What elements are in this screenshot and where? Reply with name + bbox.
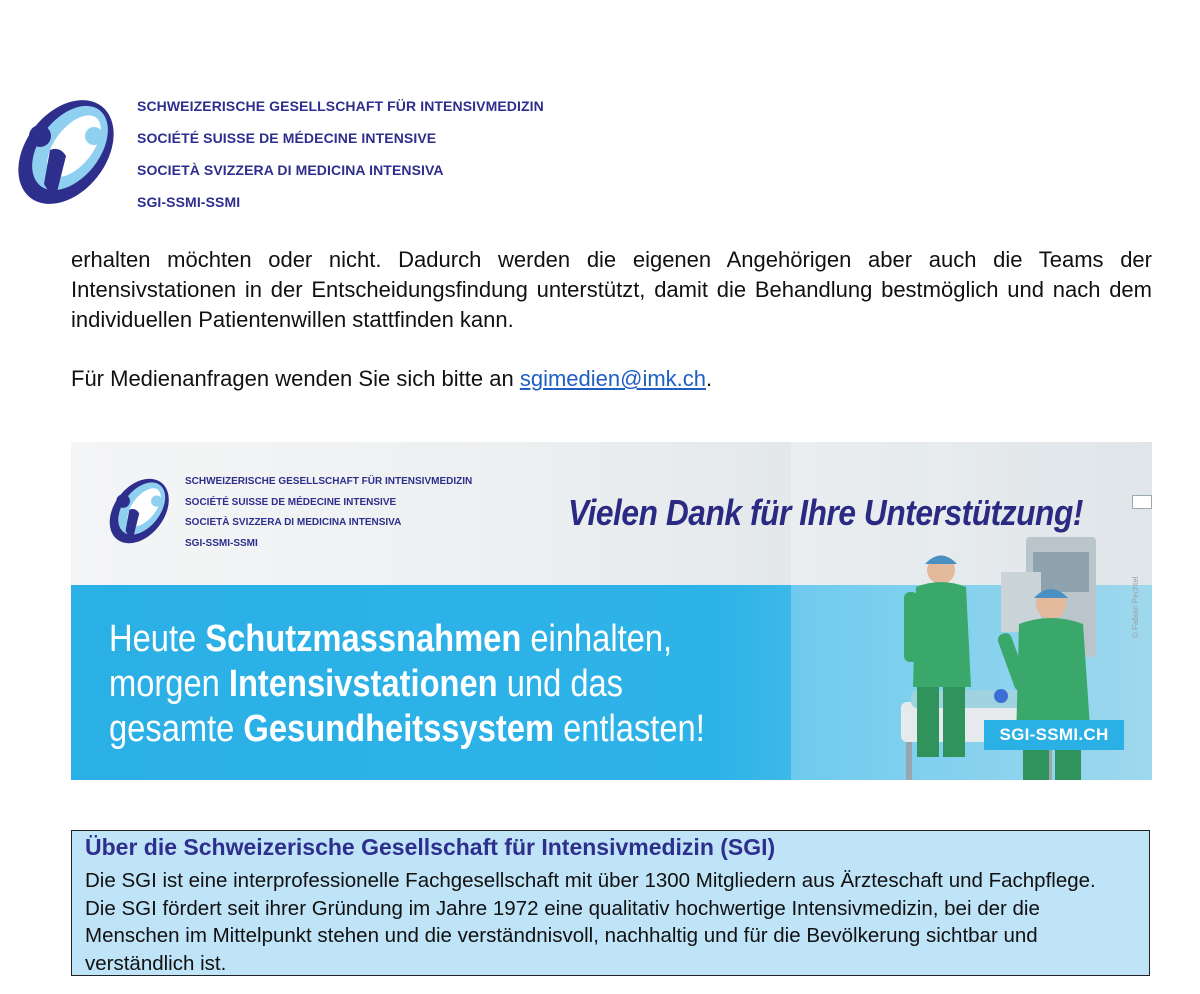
org-name-it: SOCIETÀ SVIZZERA DI MEDICINA INTENSIVA bbox=[137, 162, 444, 178]
banner-org-abbreviation: SGI-SSMI-SSMI bbox=[185, 537, 258, 549]
slogan-line-2: morgen Intensivstationen und das bbox=[109, 663, 624, 705]
banner-org-name-it: SOCIETÀ SVIZZERA DI MEDICINA INTENSIVA bbox=[185, 517, 402, 528]
slogan-line-1: Heute Schutzmassnahmen einhalten, bbox=[109, 618, 673, 660]
exit-sign-icon bbox=[1132, 495, 1152, 509]
media-suffix: . bbox=[706, 366, 713, 391]
banner-logo-icon bbox=[109, 478, 169, 544]
slogan-line-3: gesamte Gesundheitssystem entlasten! bbox=[109, 708, 705, 750]
campaign-banner: SCHWEIZERISCHE GESELLSCHAFT FÜR INTENSIV… bbox=[71, 442, 1152, 780]
org-names: SCHWEIZERISCHE GESELLSCHAFT FÜR INTENSIV… bbox=[137, 96, 544, 224]
org-name-de: SCHWEIZERISCHE GESELLSCHAFT FÜR INTENSIV… bbox=[137, 98, 544, 114]
about-box: Über die Schweizerische Gesellschaft für… bbox=[71, 830, 1150, 976]
media-prefix: Für Medienanfragen wenden Sie sich bitte… bbox=[71, 366, 520, 391]
photo-credit: © Fabian Pechtel bbox=[1131, 576, 1140, 638]
sgi-logo-icon bbox=[18, 100, 114, 204]
banner-org-name-fr: SOCIÉTÉ SUISSE DE MÉDECINE INTENSIVE bbox=[185, 496, 397, 508]
website-badge: SGI-SSMI.CH bbox=[984, 720, 1124, 750]
banner-org-name-de: SCHWEIZERISCHE GESELLSCHAFT FÜR INTENSIV… bbox=[185, 476, 473, 487]
media-contact: Für Medienanfragen wenden Sie sich bitte… bbox=[71, 364, 712, 394]
letterhead: SCHWEIZERISCHE GESELLSCHAFT FÜR INTENSIV… bbox=[14, 96, 634, 211]
about-title: Über die Schweizerische Gesellschaft für… bbox=[85, 834, 776, 860]
body-paragraph: erhalten möchten oder nicht. Dadurch wer… bbox=[71, 245, 1152, 335]
banner-org-names: SCHWEIZERISCHE GESELLSCHAFT FÜR INTENSIV… bbox=[185, 472, 472, 554]
banner-thanks-headline: Vielen Dank für Ihre Unterstützung! bbox=[568, 492, 1083, 533]
media-email-link[interactable]: sgimedien@imk.ch bbox=[520, 366, 706, 391]
org-abbreviation: SGI-SSMI-SSMI bbox=[137, 194, 241, 210]
paragraph-text: erhalten möchten oder nicht. Dadurch wer… bbox=[71, 247, 1152, 332]
banner-slogan: Heute Schutzmassnahmen einhalten, morgen… bbox=[109, 617, 705, 752]
org-name-fr: SOCIÉTÉ SUISSE DE MÉDECINE INTENSIVE bbox=[137, 130, 437, 146]
about-text: Die SGI ist eine interprofessionelle Fac… bbox=[85, 869, 1096, 975]
